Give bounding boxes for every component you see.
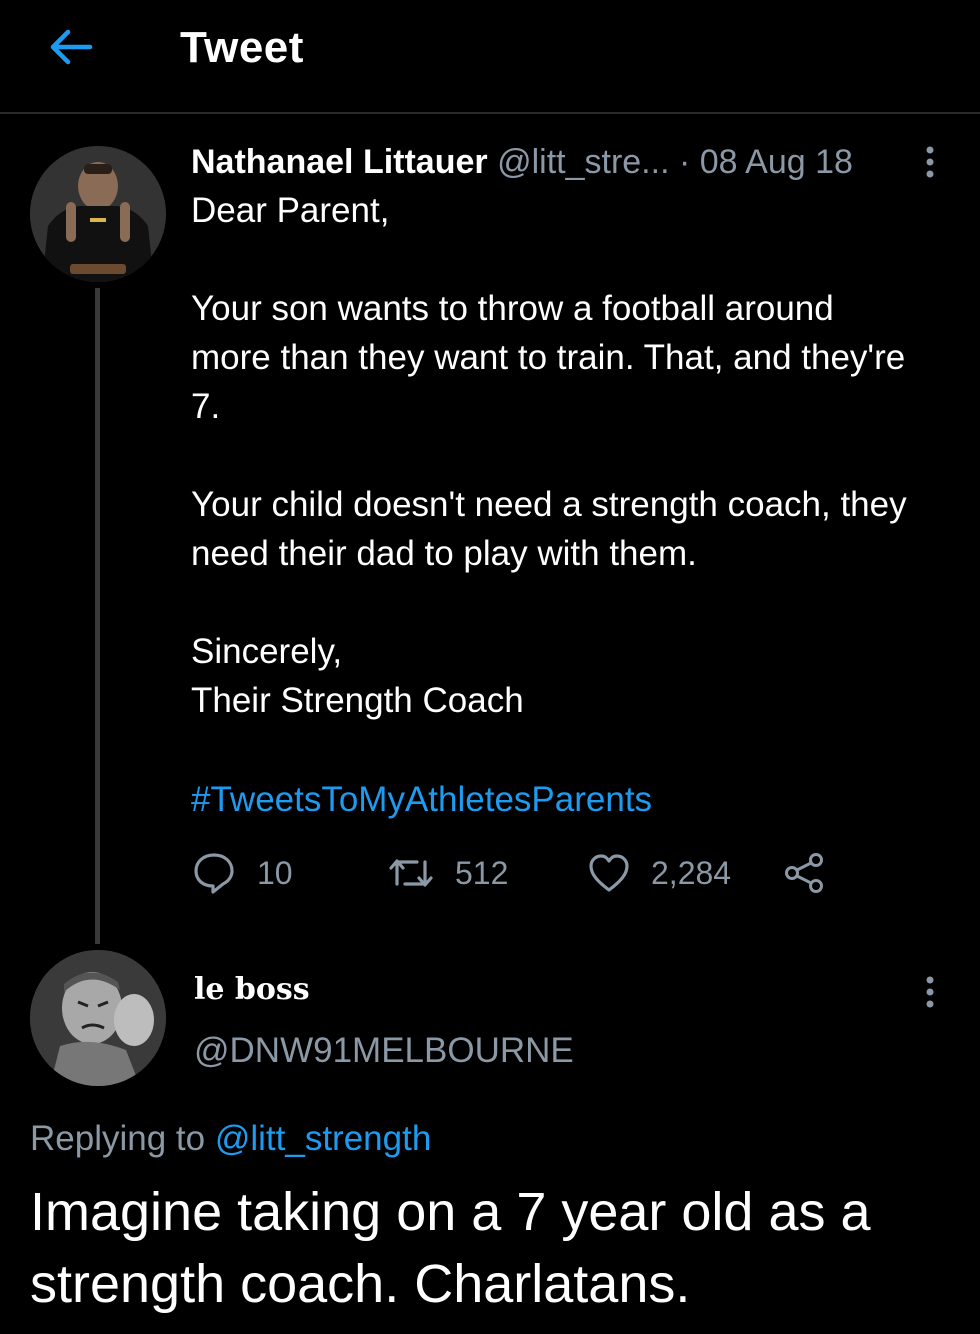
top-bar: Tweet [0, 0, 980, 114]
replying-prefix: Replying to [30, 1119, 215, 1158]
comment-icon [194, 853, 234, 894]
tweet-date[interactable]: 08 Aug 18 [700, 143, 853, 181]
reply-text: Imagine taking on a 7 year old as a stre… [30, 1182, 871, 1314]
more-options-button[interactable] [915, 142, 945, 182]
tweet-text-line: 7. [191, 387, 221, 426]
author-name[interactable]: Nathanael Littauer [191, 143, 488, 181]
page-title: Tweet [180, 23, 304, 72]
more-vertical-icon [926, 146, 934, 178]
tweet-text-line: Sincerely, [191, 632, 343, 671]
author-handle[interactable]: @litt_stre... [497, 143, 669, 181]
reply-count: 10 [257, 854, 293, 891]
reply-author-name[interactable]: le boss [194, 968, 310, 1012]
tweet-text-line: more than they want to train. That, and … [191, 338, 906, 377]
heart-icon [589, 854, 629, 892]
tweet-text-line: Your son wants to throw a football aroun… [191, 289, 834, 328]
replying-to: Replying to @litt_strength [30, 1116, 431, 1162]
more-vertical-icon [926, 976, 934, 1008]
tweet-text-line: Their Strength Coach [191, 681, 524, 720]
hashtag-link[interactable]: #TweetsToMyAthletesParents [191, 775, 652, 824]
profile-photo [30, 146, 166, 282]
profile-photo [30, 950, 166, 1086]
tweet-header: Nathanael Littauer @litt_stre... · 08 Au… [191, 140, 853, 184]
tweet-text-line: Your child doesn't need a strength coach… [191, 485, 907, 524]
like-count: 2,284 [651, 854, 732, 891]
arrow-left-icon [50, 29, 93, 65]
thread-line [95, 288, 100, 944]
retweet-count: 512 [455, 854, 509, 891]
retweet-button[interactable]: 512 [387, 848, 508, 898]
reply-author-handle[interactable]: @DNW91MELBOURNE [194, 1028, 574, 1074]
tweet-actions: 10 512 2,284 [191, 848, 831, 898]
separator: · [678, 143, 691, 181]
share-icon [785, 853, 823, 893]
like-button[interactable]: 2,284 [587, 848, 731, 898]
more-options-button[interactable] [915, 972, 945, 1012]
share-button[interactable] [781, 848, 827, 898]
tweet-text-line: need their dad to play with them. [191, 534, 697, 573]
avatar[interactable] [30, 950, 166, 1086]
tweet-text-line: Dear Parent, [191, 191, 390, 230]
retweet-icon [389, 859, 433, 887]
avatar[interactable] [30, 146, 166, 282]
back-button[interactable] [42, 24, 98, 70]
replying-mention-link[interactable]: @litt_strength [215, 1119, 431, 1158]
reply-button[interactable]: 10 [191, 848, 293, 898]
